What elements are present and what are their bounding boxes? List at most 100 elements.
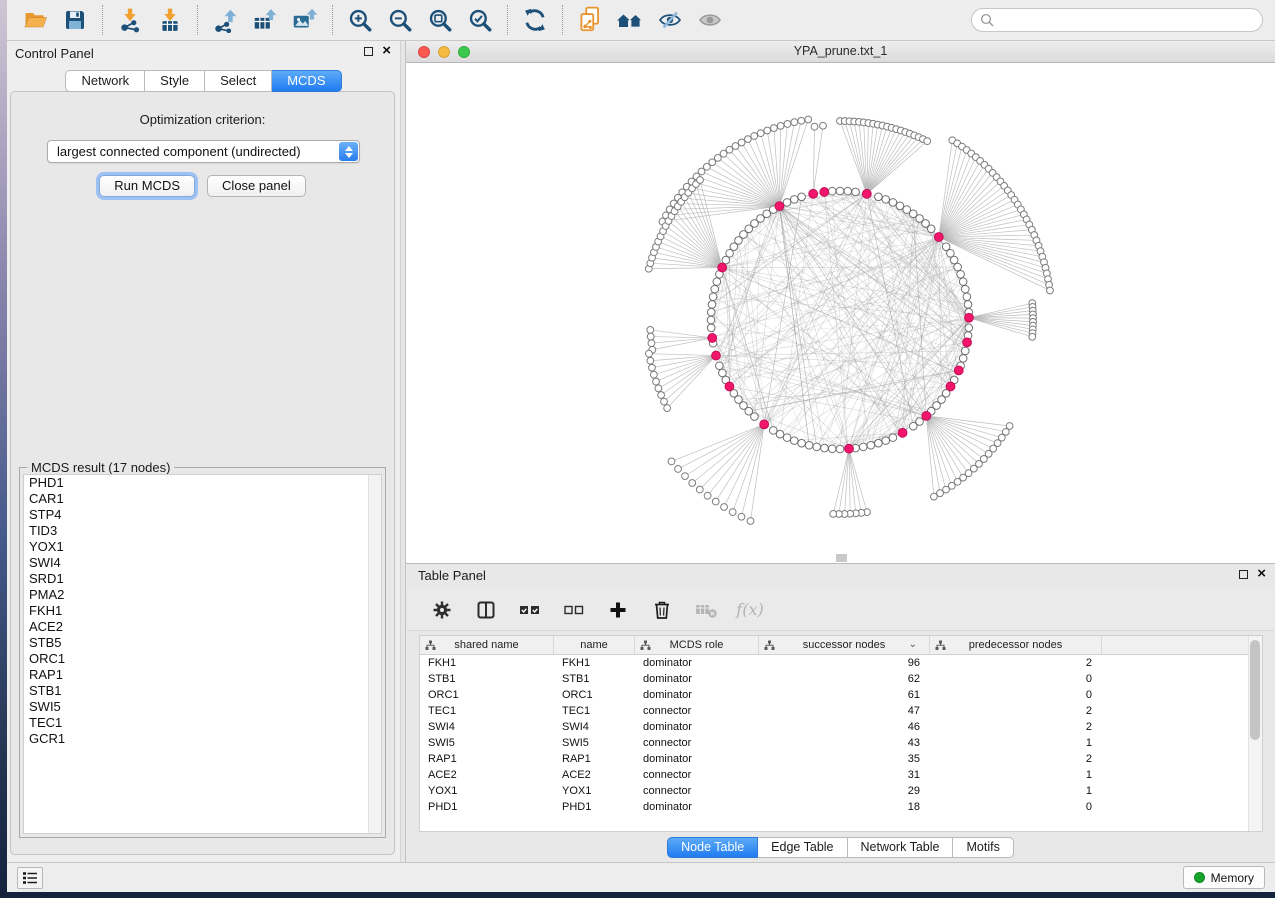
toolbar-separator (562, 5, 563, 35)
run-mcds-button[interactable]: Run MCDS (99, 175, 195, 197)
clone-network-icon[interactable] (570, 3, 610, 37)
settings-gear-icon[interactable] (427, 595, 457, 625)
maximize-window-icon[interactable] (458, 46, 470, 58)
refresh-icon[interactable] (515, 3, 555, 37)
mcds-result-item[interactable]: RAP1 (24, 667, 381, 683)
table-scrollbar[interactable] (1248, 636, 1262, 831)
mcds-result-item[interactable]: SRD1 (24, 571, 381, 587)
mcds-result-item[interactable]: SWI5 (24, 699, 381, 715)
table-row[interactable]: SWI4SWI4dominator462 (420, 719, 1262, 735)
cell-predecessor-nodes: 0 (930, 687, 1102, 703)
mcds-list-scrollbar[interactable] (368, 475, 381, 833)
export-network-icon[interactable] (205, 3, 245, 37)
mcds-result-item[interactable]: STP4 (24, 507, 381, 523)
criterion-value: largest connected component (undirected) (57, 144, 301, 159)
delete-table-icon[interactable] (691, 595, 721, 625)
mcds-result-list[interactable]: PHD1CAR1STP4TID3YOX1SWI4SRD1PMA2FKH1ACE2… (23, 474, 382, 834)
table-row[interactable]: YOX1YOX1connector291 (420, 783, 1262, 799)
first-neighbors-icon[interactable] (610, 3, 650, 37)
mcds-result-item[interactable]: PMA2 (24, 587, 381, 603)
cell-shared-name: RAP1 (420, 751, 554, 767)
table-scrollbar-thumb[interactable] (1250, 640, 1260, 740)
mcds-result-item[interactable]: ACE2 (24, 619, 381, 635)
float-table-panel-icon[interactable] (1239, 570, 1248, 579)
network-title: YPA_prune.txt_1 (406, 41, 1275, 62)
table-row[interactable]: RAP1RAP1dominator352 (420, 751, 1262, 767)
export-image-icon[interactable] (285, 3, 325, 37)
tab-node-table[interactable]: Node Table (667, 837, 758, 858)
column-view-icon[interactable] (471, 595, 501, 625)
column-header-shared-name[interactable]: shared name (420, 636, 554, 654)
column-header-name[interactable]: name (554, 636, 635, 654)
cell-name: SWI4 (554, 719, 635, 735)
zoom-out-icon[interactable] (380, 3, 420, 37)
select-all-icon[interactable] (515, 595, 545, 625)
tab-style[interactable]: Style (145, 70, 205, 92)
deselect-all-icon[interactable] (559, 595, 589, 625)
cell-predecessor-nodes: 2 (930, 703, 1102, 719)
cell-successor-nodes: 35 (759, 751, 930, 767)
mcds-result-group: MCDS result (17 nodes) PHD1CAR1STP4TID3Y… (19, 467, 386, 838)
column-header-successor-nodes[interactable]: successor nodes⌄ (759, 636, 930, 654)
mcds-result-item[interactable]: PHD1 (24, 475, 381, 491)
network-hscroll-thumb[interactable] (836, 554, 847, 562)
tab-edge-table[interactable]: Edge Table (758, 837, 847, 858)
close-panel-button[interactable]: Close panel (207, 175, 306, 197)
mcds-result-item[interactable]: FKH1 (24, 603, 381, 619)
mcds-result-item[interactable]: STB5 (24, 635, 381, 651)
zoom-fit-icon[interactable] (420, 3, 460, 37)
mcds-result-item[interactable]: STB1 (24, 683, 381, 699)
table-row[interactable]: SWI5SWI5connector431 (420, 735, 1262, 751)
criterion-select[interactable]: largest connected component (undirected) (47, 140, 360, 163)
cell-mcds-role: connector (635, 767, 759, 783)
save-session-icon[interactable] (55, 3, 95, 37)
zoom-in-icon[interactable] (340, 3, 380, 37)
close-window-icon[interactable] (418, 46, 430, 58)
search-input[interactable] (971, 8, 1263, 32)
control-panel-title: Control Panel (15, 46, 94, 61)
network-titlebar[interactable]: YPA_prune.txt_1 (406, 41, 1275, 63)
tab-motifs[interactable]: Motifs (953, 837, 1013, 858)
mcds-result-item[interactable]: SWI4 (24, 555, 381, 571)
mcds-result-item[interactable]: TID3 (24, 523, 381, 539)
table-row[interactable]: PHD1PHD1dominator180 (420, 799, 1262, 815)
mcds-result-item[interactable]: YOX1 (24, 539, 381, 555)
add-column-icon[interactable] (603, 595, 633, 625)
close-table-panel-icon[interactable]: × (1257, 569, 1266, 579)
mcds-result-item[interactable]: TEC1 (24, 715, 381, 731)
tab-select[interactable]: Select (205, 70, 272, 92)
tab-network-table[interactable]: Network Table (848, 837, 954, 858)
table-row[interactable]: TEC1TEC1connector472 (420, 703, 1262, 719)
tab-mcds[interactable]: MCDS (272, 70, 341, 92)
mcds-result-item[interactable]: GCR1 (24, 731, 381, 747)
import-network-icon[interactable] (110, 3, 150, 37)
export-table-icon[interactable] (245, 3, 285, 37)
close-panel-icon[interactable]: × (382, 46, 391, 56)
hide-selected-icon[interactable] (650, 3, 690, 37)
node-table[interactable]: shared namenameMCDS rolesuccessor nodes⌄… (419, 635, 1263, 832)
mcds-result-item[interactable]: CAR1 (24, 491, 381, 507)
column-header-mcds-role[interactable]: MCDS role (635, 636, 759, 654)
table-row[interactable]: ACE2ACE2connector311 (420, 767, 1262, 783)
open-session-icon[interactable] (15, 3, 55, 37)
function-builder-icon[interactable]: f(x) (735, 595, 765, 625)
import-table-icon[interactable] (150, 3, 190, 37)
column-header-predecessor-nodes[interactable]: predecessor nodes (930, 636, 1102, 654)
delete-column-icon[interactable] (647, 595, 677, 625)
table-row[interactable]: FKH1FKH1dominator962 (420, 655, 1262, 671)
zoom-selected-icon[interactable] (460, 3, 500, 37)
show-all-icon[interactable] (690, 3, 730, 37)
memory-button[interactable]: Memory (1183, 866, 1265, 889)
search-field[interactable] (971, 8, 1263, 32)
table-row[interactable]: STB1STB1dominator620 (420, 671, 1262, 687)
tab-network[interactable]: Network (65, 70, 145, 92)
float-panel-icon[interactable] (364, 47, 373, 56)
task-history-button[interactable] (17, 867, 43, 889)
table-panel-title: Table Panel (418, 568, 486, 583)
network-canvas[interactable] (406, 63, 1275, 563)
mcds-result-item[interactable]: ORC1 (24, 651, 381, 667)
table-row[interactable]: ORC1ORC1dominator610 (420, 687, 1262, 703)
minimize-window-icon[interactable] (438, 46, 450, 58)
network-graph[interactable] (406, 63, 1275, 561)
cytoscape-window: Control Panel × NetworkStyleSelectMCDS O… (7, 0, 1275, 892)
